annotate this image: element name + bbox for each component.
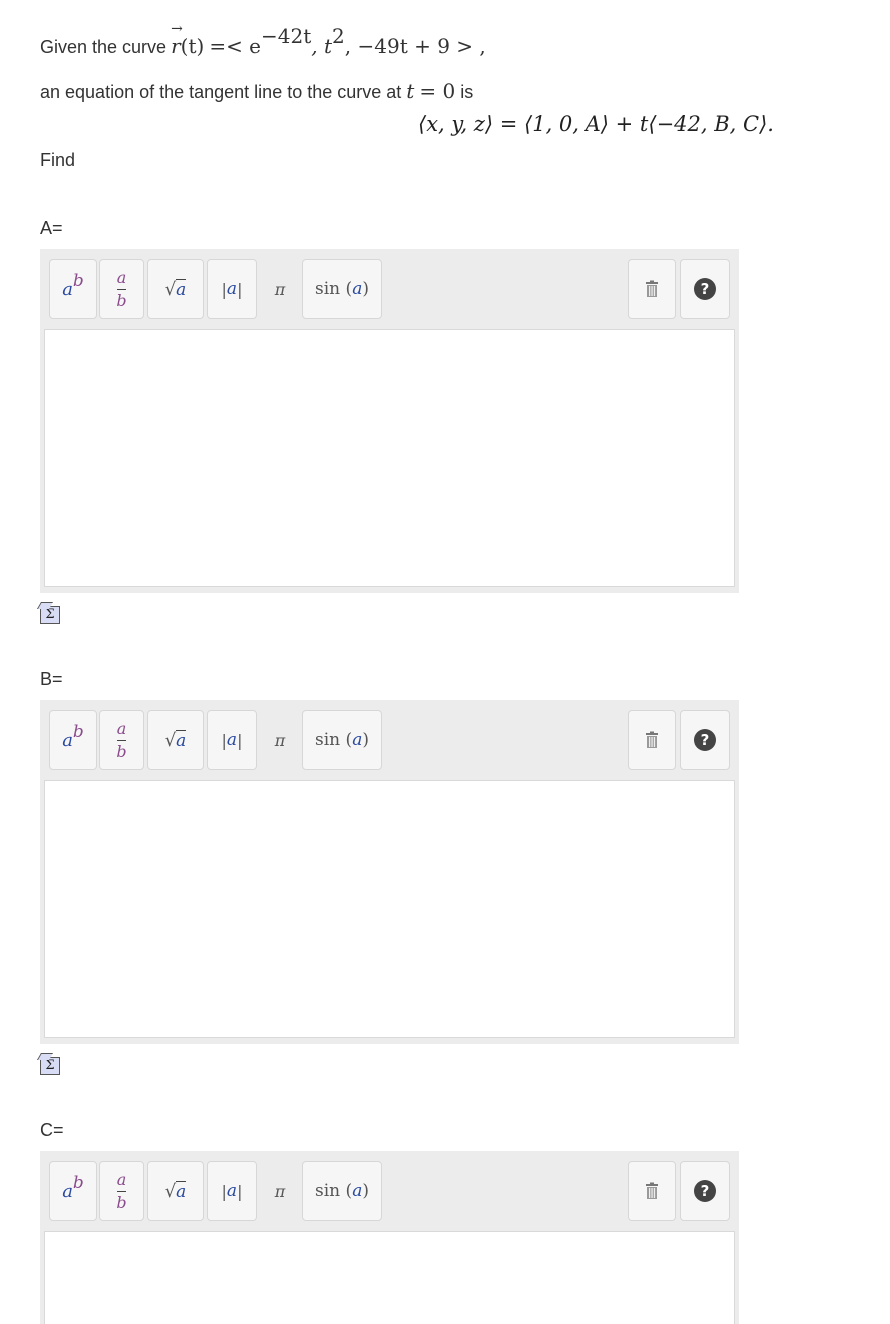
answer-label-a: A=	[40, 218, 63, 238]
equation-editor-icon[interactable]: Σ	[40, 606, 60, 624]
help-button[interactable]: ?	[680, 1161, 730, 1221]
tangent-equation: ⟨x, y, z⟩ = ⟨1, 0, A⟩ + t⟨−42, B, C⟩.	[418, 112, 774, 136]
sqrt-button[interactable]: √ a	[147, 259, 204, 319]
answer-input-b[interactable]	[44, 780, 735, 1038]
trash-button[interactable]	[628, 259, 676, 319]
answer-input-a[interactable]	[44, 329, 735, 587]
abs-button[interactable]: | a |	[207, 259, 257, 319]
help-icon: ?	[694, 729, 716, 751]
math-editor-panel-c: ab ab √ a | a | π sin (a) ?	[40, 1151, 739, 1324]
math-toolbar: ab ab √ a | a | π sin (a) ?	[40, 1151, 739, 1231]
answer-input-c[interactable]	[44, 1231, 735, 1324]
vector-r: → r(t)	[171, 21, 205, 58]
answer-label-b: B=	[40, 669, 63, 689]
curve-square: 2	[332, 24, 345, 48]
trash-icon	[646, 280, 658, 297]
answer-label-c: C=	[40, 1120, 64, 1140]
trash-icon	[646, 1182, 658, 1199]
pi-button[interactable]: π	[260, 259, 300, 319]
curve-exponent: −42t	[261, 24, 312, 48]
power-button[interactable]: ab	[49, 710, 97, 770]
math-toolbar: ab ab √ a | a | π sin (a) ?	[40, 700, 739, 780]
help-icon: ?	[694, 278, 716, 300]
math-toolbar: ab ab √ a | a | π sin (a) ?	[40, 249, 739, 329]
fraction-button[interactable]: ab	[99, 710, 144, 770]
find-label: Find	[40, 150, 76, 170]
power-button[interactable]: ab	[49, 1161, 97, 1221]
sin-button[interactable]: sin (a)	[302, 710, 382, 770]
help-button[interactable]: ?	[680, 259, 730, 319]
sqrt-button[interactable]: √ a	[147, 710, 204, 770]
sin-button[interactable]: sin (a)	[302, 1161, 382, 1221]
pi-button[interactable]: π	[260, 710, 300, 770]
problem-line-curve: Given the curve → r(t) =< e−42t, t2, −49t…	[40, 21, 486, 58]
curve-mid: , t	[311, 34, 333, 58]
trash-button[interactable]	[628, 1161, 676, 1221]
problem-line-tangent: an equation of the tangent line to the c…	[40, 79, 474, 103]
math-editor-panel-a: ab ab √ a | a | π sin (a) ?	[40, 249, 739, 593]
trash-button[interactable]	[628, 710, 676, 770]
help-icon: ?	[694, 1180, 716, 1202]
given-text: Given the curve	[40, 37, 167, 57]
fraction-button[interactable]: ab	[99, 259, 144, 319]
sin-button[interactable]: sin (a)	[302, 259, 382, 319]
abs-button[interactable]: | a |	[207, 710, 257, 770]
help-button[interactable]: ?	[680, 710, 730, 770]
curve-tail: , −49t + 9 > ,	[344, 34, 486, 58]
trash-icon	[646, 731, 658, 748]
curve-open: =< e	[209, 34, 262, 58]
pi-button[interactable]: π	[260, 1161, 300, 1221]
power-button[interactable]: ab	[49, 259, 97, 319]
math-editor-panel-b: ab ab √ a | a | π sin (a) ?	[40, 700, 739, 1044]
sqrt-button[interactable]: √ a	[147, 1161, 204, 1221]
abs-button[interactable]: | a |	[207, 1161, 257, 1221]
equation-editor-icon[interactable]: Σ	[40, 1057, 60, 1075]
fraction-button[interactable]: ab	[99, 1161, 144, 1221]
